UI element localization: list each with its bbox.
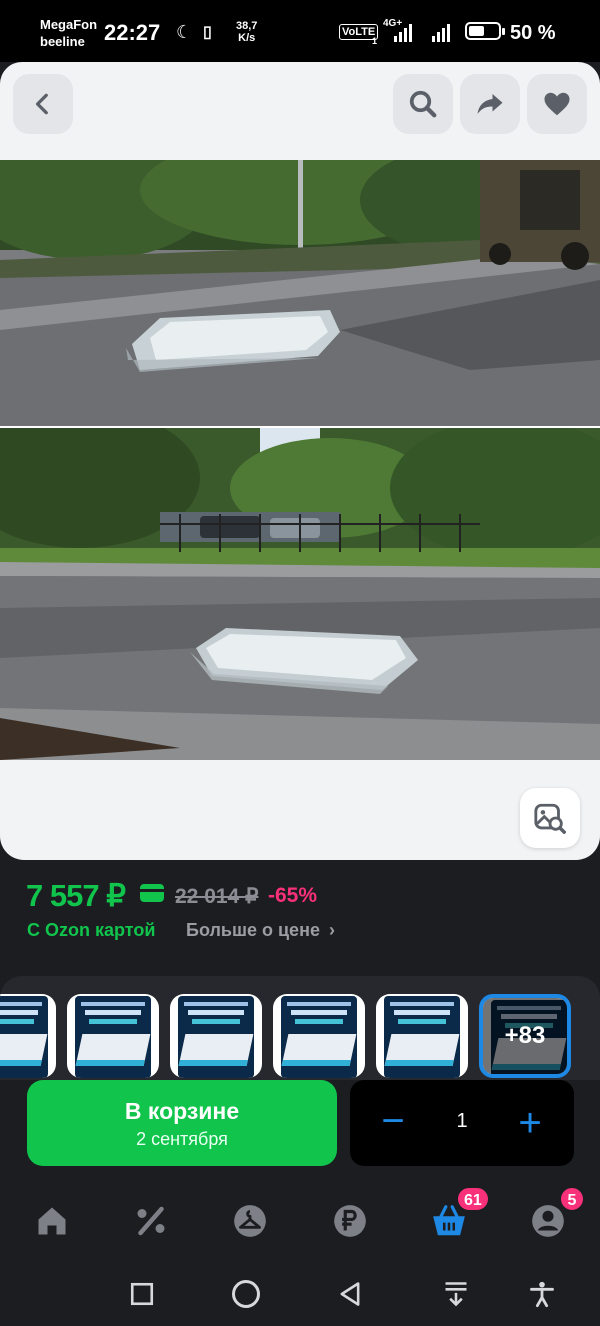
back-nav-button[interactable]	[330, 1276, 370, 1312]
search-icon	[409, 90, 437, 118]
volte-label: VoLTE	[342, 26, 376, 38]
notification-shade-button[interactable]	[436, 1276, 476, 1312]
gallery-image-2	[0, 428, 600, 760]
vibrate-icon: ▯	[203, 24, 212, 41]
variant-more-thumb[interactable]: +83	[479, 994, 571, 1078]
price-block: 7 557 ₽ 22 014 ₽ -65% С Ozon картой Боль…	[0, 862, 600, 962]
accessibility-icon	[530, 1281, 554, 1308]
mattress-package-image	[75, 996, 151, 1078]
mattress-package-image	[178, 996, 254, 1078]
quantity-value: 1	[456, 1110, 468, 1132]
mattress-package-image	[0, 996, 48, 1078]
cart-count-badge: 61	[456, 1186, 490, 1212]
carrier-1: MegaFon	[40, 17, 98, 32]
quantity-stepper: − 1 +	[350, 1080, 574, 1166]
heart-icon	[544, 92, 570, 116]
ruble-icon	[334, 1205, 366, 1237]
nav-finance[interactable]	[324, 1196, 376, 1246]
increase-quantity-button[interactable]: +	[510, 1103, 550, 1144]
favorite-button[interactable]	[527, 74, 587, 134]
recent-apps-button[interactable]	[122, 1276, 162, 1312]
ozon-card-label: С Ozon картой	[27, 920, 156, 940]
variant-thumb[interactable]	[273, 994, 365, 1078]
mattress-package-image	[281, 996, 357, 1078]
network-speed: 38,7 K/s	[236, 20, 257, 44]
in-cart-label: В корзине	[124, 1098, 240, 1124]
home-icon	[38, 1207, 66, 1235]
catalog-icon	[234, 1205, 266, 1237]
visual-search-button[interactable]	[520, 788, 580, 848]
more-about-price-link[interactable]: Больше о цене ›	[186, 920, 335, 941]
share-icon	[477, 94, 503, 114]
cart-action-row: В корзине 2 сентября − 1 +	[0, 1080, 600, 1176]
search-button[interactable]	[393, 74, 453, 134]
pull-down-icon	[445, 1282, 467, 1307]
street-photo-2	[0, 428, 600, 760]
triangle-back-icon	[340, 1282, 360, 1306]
more-variants-count: +83	[483, 998, 567, 1074]
mattress-package-image	[384, 996, 460, 1078]
decrease-quantity-button[interactable]: −	[378, 1101, 408, 1141]
square-icon	[130, 1282, 154, 1306]
current-price: 7 557 ₽	[26, 878, 126, 913]
signal-icon-2	[432, 22, 450, 42]
variant-thumb[interactable]	[67, 994, 159, 1078]
nav-home[interactable]	[26, 1196, 78, 1246]
image-search-icon	[534, 803, 566, 834]
discount-badge: -65%	[268, 884, 318, 907]
carrier-2: beeline	[40, 34, 85, 49]
circle-icon	[232, 1280, 260, 1308]
gallery-footer	[0, 760, 600, 860]
variant-thumb[interactable]	[376, 994, 468, 1078]
share-button[interactable]	[460, 74, 520, 134]
speed-unit: K/s	[238, 32, 256, 44]
bottom-navigation: 61 5	[0, 1176, 600, 1262]
variant-thumb[interactable]	[170, 994, 262, 1078]
home-button[interactable]	[226, 1276, 266, 1312]
profile-notification-badge: 5	[559, 1186, 585, 1212]
chevron-right-icon: ›	[328, 920, 335, 940]
nav-catalog[interactable]	[224, 1196, 276, 1246]
product-media-gallery[interactable]	[0, 160, 600, 760]
profile-icon	[532, 1205, 564, 1237]
street-photo-1	[0, 160, 600, 426]
battery-percent: 50 %	[510, 22, 556, 44]
clock: 22:27	[104, 20, 161, 45]
ozon-card-icon	[140, 884, 164, 902]
accessibility-button[interactable]	[522, 1276, 562, 1312]
status-bar: MegaFon beeline 22:27 ☾ ▯ 38,7 K/s VoLTE…	[0, 0, 600, 62]
back-button[interactable]	[13, 74, 73, 134]
signal-icon-1	[394, 22, 412, 42]
product-header	[0, 62, 600, 160]
variant-selector: +83	[0, 976, 600, 1080]
carrier-names: MegaFon beeline	[40, 16, 97, 50]
delivery-date: 2 сентября	[136, 1129, 228, 1149]
more-about-price-label: Больше о цене	[186, 920, 320, 940]
android-navigation-bar	[0, 1262, 600, 1326]
gallery-image-1	[0, 160, 600, 426]
in-cart-button[interactable]: В корзине 2 сентября	[27, 1080, 337, 1166]
volte-sub: 1	[372, 36, 378, 46]
speed-value: 38,7	[236, 20, 258, 32]
nav-discounts[interactable]	[125, 1196, 177, 1246]
variant-thumb[interactable]	[0, 994, 56, 1078]
moon-icon: ☾	[176, 22, 193, 42]
battery-icon	[465, 22, 505, 40]
discount-icon	[137, 1206, 165, 1236]
chevron-left-icon	[35, 93, 48, 115]
old-price: 22 014 ₽	[175, 885, 259, 908]
